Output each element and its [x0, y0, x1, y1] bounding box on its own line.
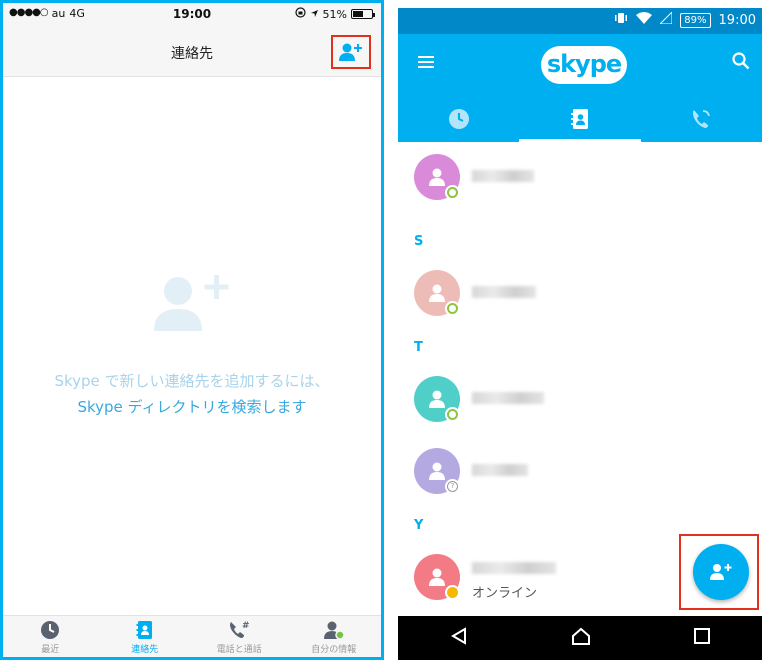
empty-add-contact-icon	[148, 273, 236, 337]
section-header-t: T	[414, 340, 423, 355]
android-screen: 89% 19:00 skype S T ? Y オンライン	[398, 8, 762, 660]
list-item[interactable]	[398, 258, 762, 328]
status-time: 19:00	[718, 12, 756, 28]
tab-calls-label: 電話と通話	[216, 645, 262, 655]
home-icon[interactable]	[571, 627, 591, 649]
tab-calls[interactable]	[641, 96, 762, 142]
tab-recent[interactable]: 最近	[3, 616, 98, 657]
contact-name-redacted	[472, 392, 544, 404]
android-tabs	[398, 96, 762, 142]
fab-highlight	[679, 534, 759, 610]
phone-call-icon	[693, 110, 711, 128]
back-icon[interactable]	[450, 627, 468, 649]
tab-recent-label: 最近	[41, 645, 60, 655]
add-contact-fab[interactable]	[693, 544, 749, 600]
tab-calls[interactable]: # 電話と通話	[192, 616, 287, 657]
add-contact-icon	[710, 564, 732, 580]
clock-icon	[41, 621, 60, 639]
presence-unknown-icon: ?	[445, 479, 460, 494]
person-icon	[429, 568, 445, 586]
ios-tab-bar: 最近 連絡先 # 電話と通話 自分の情報	[3, 615, 381, 657]
tab-contacts[interactable]: 連絡先	[98, 616, 193, 657]
empty-state-line1: Skype で新しい連絡先を追加するには、	[54, 372, 330, 390]
presence-online-icon	[445, 185, 460, 200]
vibrate-icon	[614, 12, 628, 28]
battery-percent: 51%	[322, 7, 347, 21]
page-title: 連絡先	[171, 46, 213, 62]
person-icon	[429, 462, 445, 480]
clock-icon	[448, 109, 469, 129]
orientation-lock-icon	[294, 7, 306, 21]
list-item[interactable]: ?	[398, 436, 762, 506]
contact-status: オンライン	[472, 586, 538, 601]
svg-text:#: #	[242, 621, 250, 631]
ios-nav-bar: 連絡先	[3, 25, 381, 77]
contacts-book-icon	[136, 621, 152, 639]
contacts-book-icon	[570, 109, 588, 129]
directory-search-link[interactable]: Skype ディレクトリを検索します	[3, 394, 381, 420]
hamburger-icon[interactable]	[418, 54, 434, 73]
add-contact-button[interactable]	[331, 35, 371, 69]
person-icon	[429, 284, 445, 302]
contact-name-redacted	[472, 562, 556, 574]
skype-logo: skype	[541, 46, 627, 84]
phone-dialpad-icon: #	[230, 621, 250, 638]
tab-contacts[interactable]	[519, 96, 641, 142]
presence-online-icon	[445, 407, 460, 422]
android-status-bar: 89% 19:00	[398, 8, 762, 34]
recents-icon[interactable]	[694, 628, 711, 648]
presence-online-icon	[445, 301, 460, 316]
search-icon[interactable]	[732, 52, 750, 74]
profile-icon	[323, 621, 345, 640]
battery-icon	[351, 9, 375, 19]
android-nav-bar	[398, 616, 762, 660]
contact-name-redacted	[472, 170, 534, 182]
wifi-icon	[636, 12, 653, 28]
tab-profile[interactable]: 自分の情報	[287, 616, 382, 657]
contact-name-redacted	[472, 464, 528, 476]
android-app-bar: skype	[398, 34, 762, 142]
tab-contacts-label: 連絡先	[131, 645, 159, 655]
list-item[interactable]	[398, 142, 762, 212]
location-icon	[310, 8, 319, 21]
section-header-s: S	[414, 234, 424, 249]
add-contact-icon	[339, 43, 362, 61]
battery-indicator: 89%	[680, 12, 711, 28]
contact-name-redacted	[472, 286, 536, 298]
empty-state-message: Skype で新しい連絡先を追加するには、 Skype ディレクトリを検索します	[3, 368, 381, 420]
tab-profile-label: 自分の情報	[311, 645, 357, 655]
section-header-y: Y	[414, 518, 424, 533]
ios-status-bar: ●●●●○ au 4G 19:00 51%	[3, 3, 381, 25]
ios-screen: ●●●●○ au 4G 19:00 51% 連絡先 Skype で新しい連絡先を…	[0, 0, 384, 660]
list-item[interactable]	[398, 364, 762, 434]
presence-away-icon	[445, 585, 460, 600]
person-icon	[429, 168, 445, 186]
cell-signal-icon	[659, 10, 673, 28]
tab-recent[interactable]	[398, 96, 519, 142]
person-icon	[429, 390, 445, 408]
